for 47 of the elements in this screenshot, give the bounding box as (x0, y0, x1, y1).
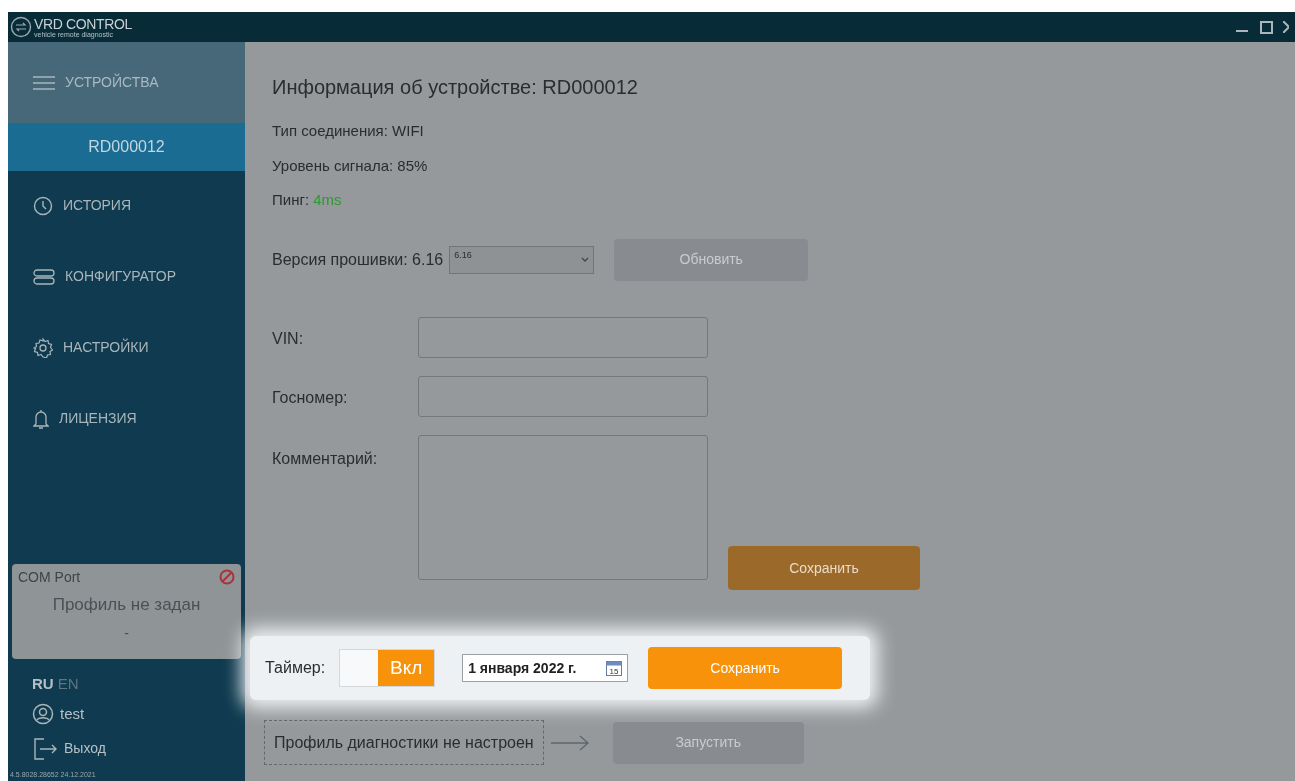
field-label: VIN: (272, 328, 305, 349)
toggle-state: Вкл (378, 650, 435, 686)
nav-item[interactable]: ИСТОРИЯ (8, 171, 245, 242)
input-field[interactable] (418, 316, 708, 358)
maximize-icon[interactable] (1260, 20, 1273, 34)
timer-toggle[interactable]: Вкл (339, 649, 436, 687)
clock-icon (33, 195, 53, 216)
bell-icon (33, 408, 49, 429)
language-option[interactable]: EN (57, 672, 79, 695)
language-option[interactable]: RU (32, 672, 54, 695)
logo-icon (10, 16, 32, 38)
date-field[interactable]: 1 января 2022 г. 15 (462, 654, 629, 682)
version-dropdown[interactable]: 6.16 (449, 245, 595, 274)
profile-notice: Профиль диагностики не настроен (264, 720, 544, 765)
nav-item[interactable]: RD000012 (8, 123, 245, 171)
gear-icon (33, 337, 53, 358)
arrow-icon (549, 733, 590, 752)
input-field[interactable] (418, 375, 708, 417)
list-icon (33, 75, 55, 90)
save-button[interactable]: Сохранить (728, 546, 920, 590)
info-line: Тип соединения: WIFI (272, 121, 425, 141)
user-name: test (60, 704, 85, 724)
nav-item[interactable]: ЛИЦЕНЗИЯ (8, 384, 245, 455)
logout-icon (34, 737, 58, 760)
server-icon (33, 268, 55, 285)
nav-item[interactable]: НАСТРОЙКИ (8, 313, 245, 384)
page-title: Информация об устройстве: RD000012 (272, 75, 639, 100)
timer-label: Таймер: (265, 658, 326, 678)
info-line: Уровень сигнала: 85% (272, 155, 429, 176)
info-line: Пинг: 4ms (272, 190, 343, 210)
chevron-icon (581, 256, 590, 263)
port-label: COM Port (18, 567, 81, 587)
calendar-icon: 15 (606, 660, 623, 676)
logout-button[interactable]: Выход (8, 737, 245, 760)
timer-save-button[interactable]: Сохранить (648, 647, 843, 689)
close-icon[interactable] (1283, 21, 1289, 33)
field-label: Комментарий: (272, 448, 379, 469)
user-icon (32, 703, 54, 726)
nav-item[interactable]: КОНФИГУРАТОР (8, 242, 245, 313)
logo-title: VRD CONTROL (34, 16, 133, 31)
nav-item[interactable]: УСТРОЙСТВА (8, 42, 245, 123)
field-label: Госномер: (272, 387, 349, 408)
firmware-label: Версия прошивки: 6.16 (272, 249, 444, 270)
blocked-icon (219, 569, 235, 585)
profile-status: Профиль не задан (51, 593, 202, 616)
profile-value: - (123, 624, 130, 643)
comment-field[interactable] (418, 434, 708, 580)
